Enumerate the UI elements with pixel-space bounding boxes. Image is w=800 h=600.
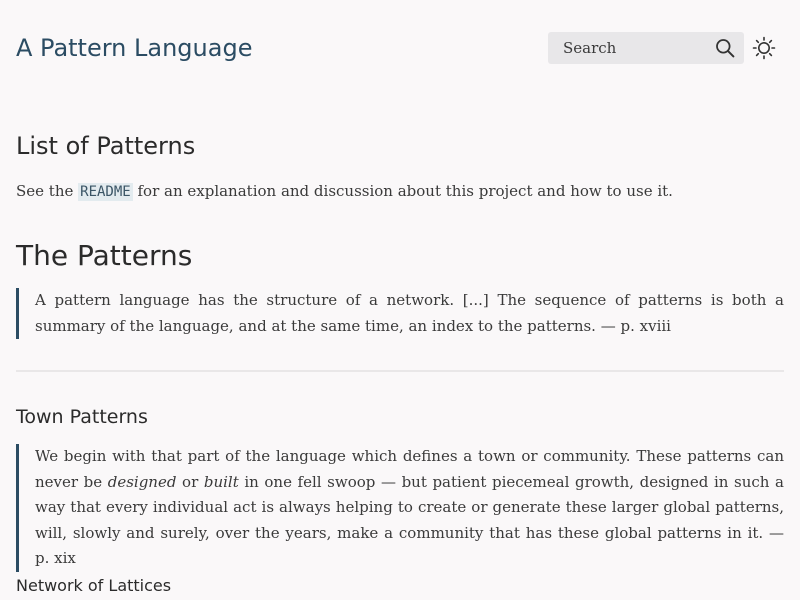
intro-text-before: See the — [16, 182, 79, 200]
town-quote-part2: or — [176, 472, 204, 491]
intro-text-after: for an explanation and discussion about … — [132, 182, 673, 200]
network-of-lattices-heading: Network of Lattices — [16, 576, 172, 595]
patterns-quote: A pattern language has the structure of … — [16, 288, 784, 339]
search-box[interactable] — [548, 32, 744, 64]
town-quote-emphasis-designed: designed — [107, 472, 177, 491]
section-divider — [16, 370, 784, 372]
the-patterns-heading: The Patterns — [16, 239, 193, 272]
town-patterns-heading: Town Patterns — [16, 406, 148, 428]
town-quote-emphasis-built: built — [203, 472, 239, 491]
readme-link[interactable]: README — [78, 183, 133, 201]
sun-icon[interactable] — [752, 36, 776, 60]
town-patterns-quote: We begin with that part of the language … — [16, 444, 784, 572]
search-icon[interactable] — [715, 38, 735, 58]
list-of-patterns-heading: List of Patterns — [16, 132, 196, 160]
intro-paragraph: See the README for an explanation and di… — [16, 179, 673, 205]
search-input[interactable] — [548, 32, 708, 64]
site-title[interactable]: A Pattern Language — [16, 30, 252, 66]
